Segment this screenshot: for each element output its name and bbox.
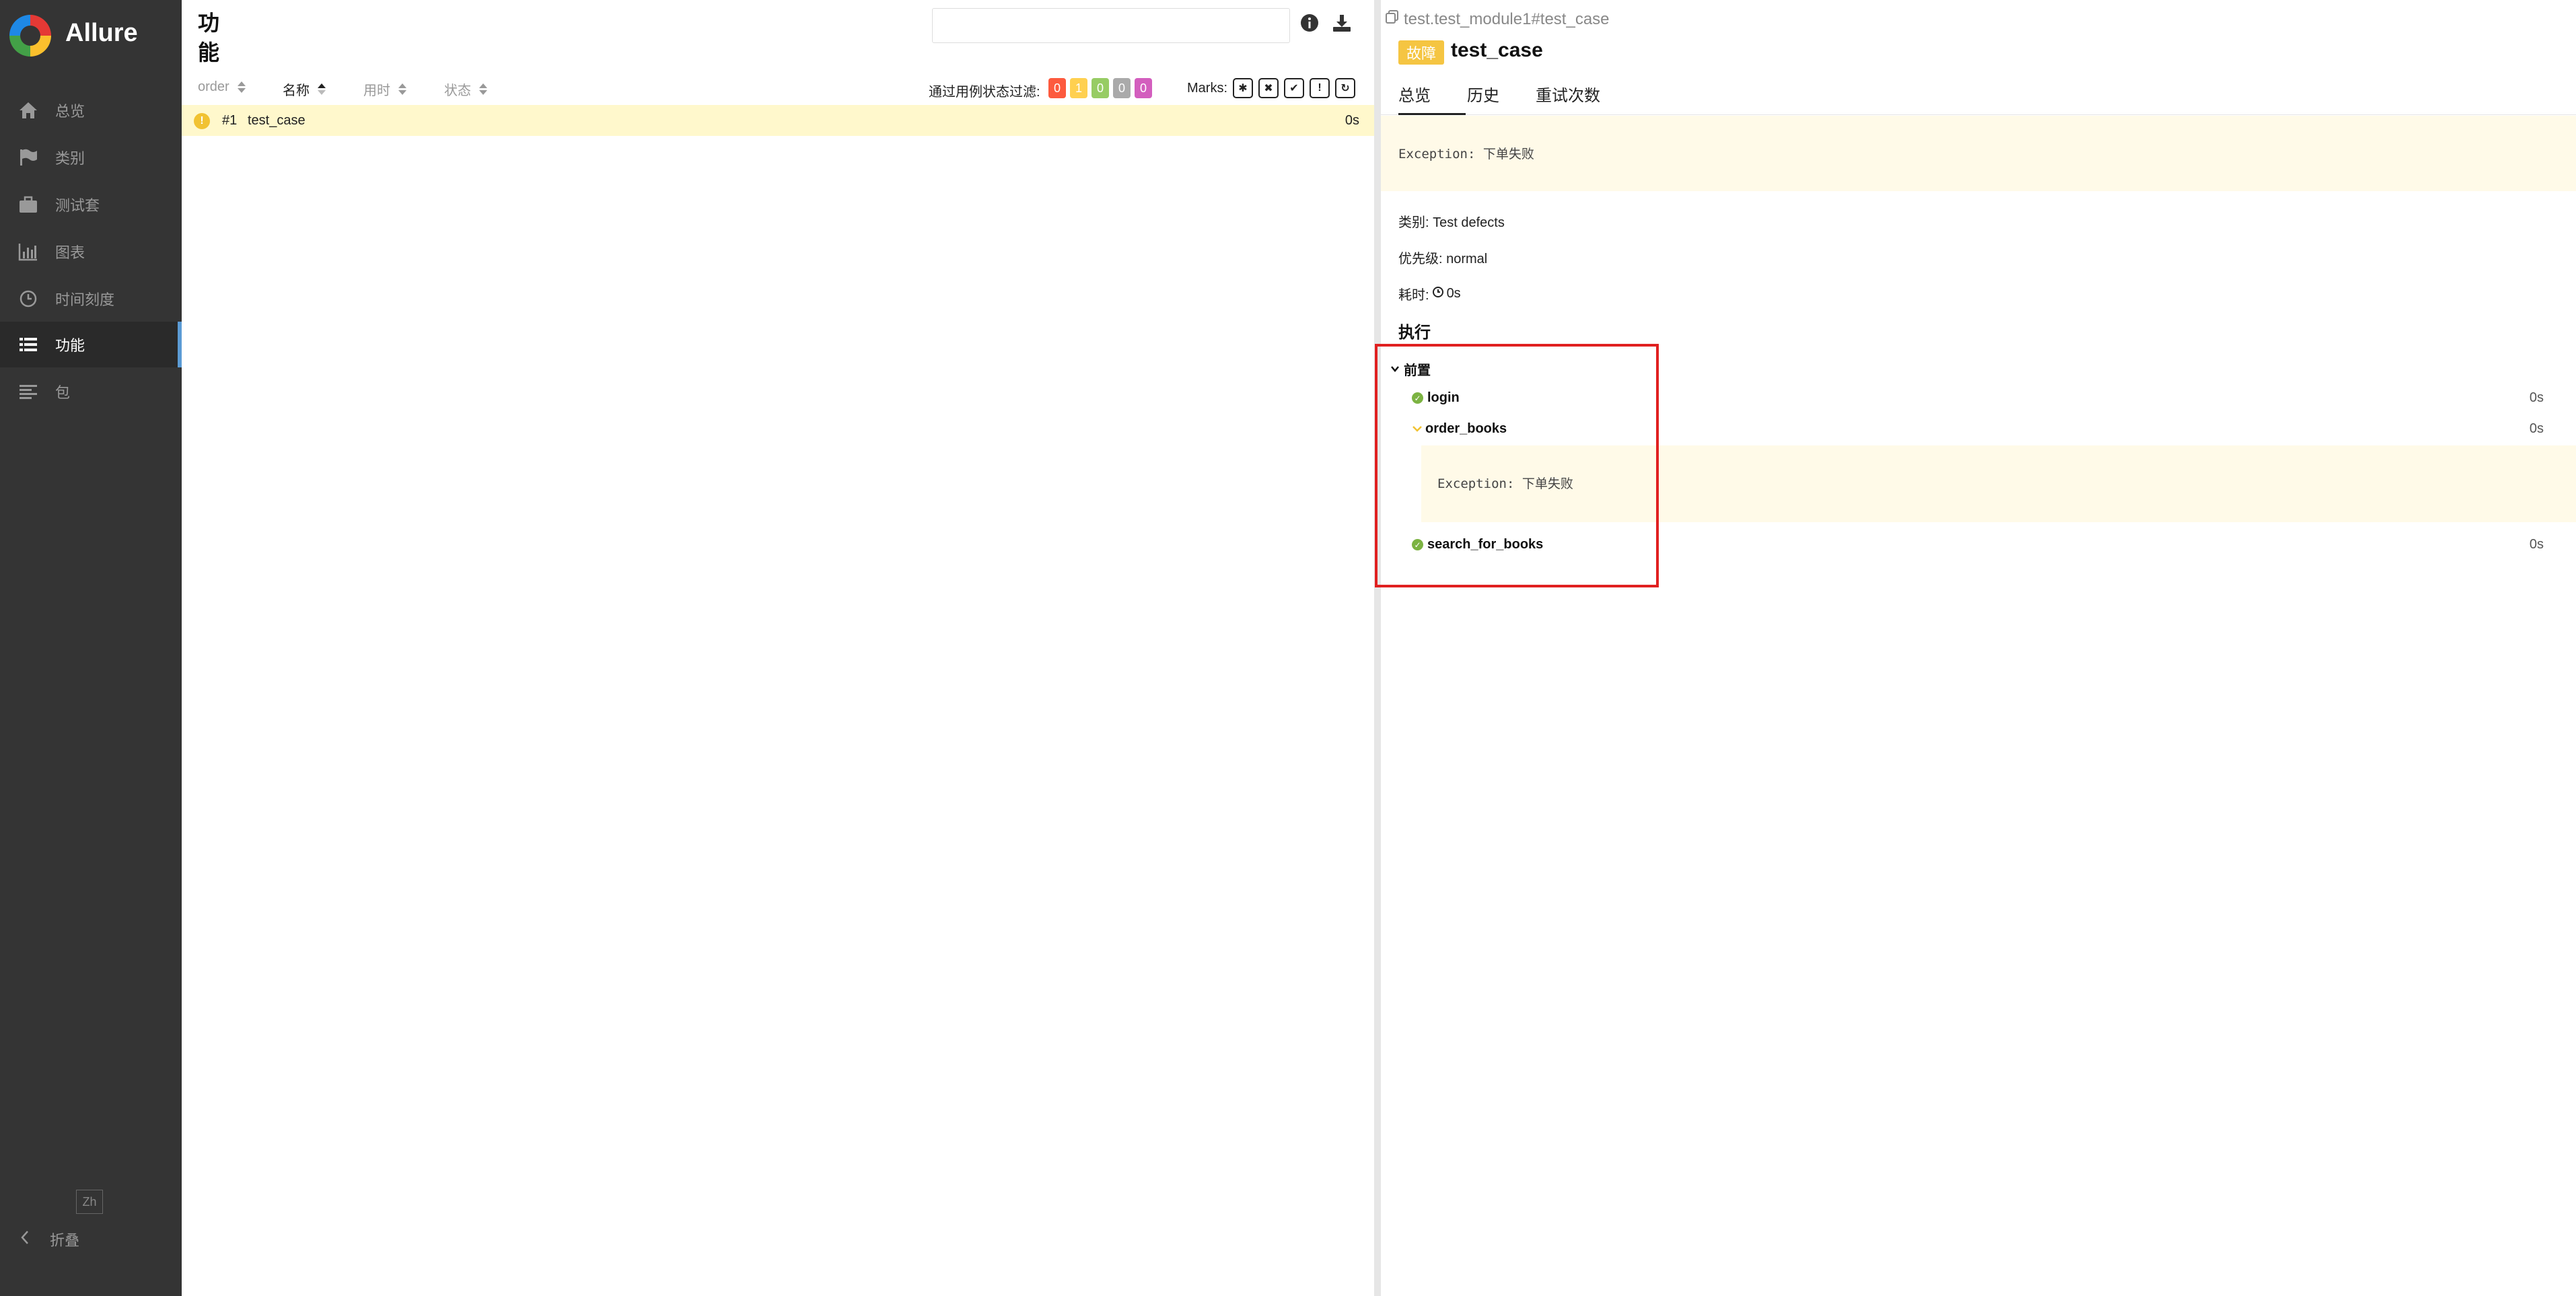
sidebar-item-graphs[interactable]: 图表 (0, 229, 182, 275)
row-order: #1 (222, 113, 238, 128)
sort-icon (398, 83, 406, 95)
allure-logo-icon[interactable] (9, 15, 51, 57)
status-message: Exception: 下单失败 (1381, 116, 2576, 191)
new-broken-mark-icon[interactable]: ! (1310, 78, 1330, 98)
marks-label: Marks: (1187, 81, 1227, 96)
sort-icon (237, 81, 246, 93)
column-label: 用时 (363, 83, 390, 98)
language-switch[interactable]: Zh (76, 1190, 103, 1214)
highlight-box (1375, 344, 1659, 587)
filter-failed-badge[interactable]: 0 (1048, 78, 1066, 98)
broken-status-icon: ! (194, 113, 210, 129)
sidebar-item-label: 类别 (55, 150, 85, 167)
step-duration: 0s (2529, 537, 2544, 552)
column-label: 状态 (444, 83, 471, 98)
status-filter-label: 通过用例状态过滤: (929, 85, 1040, 100)
status-message-text: Exception: 下单失败 (1398, 147, 1534, 161)
tab-overview[interactable]: 总览 (1398, 82, 1466, 115)
sidebar-item-label: 测试套 (55, 197, 100, 214)
duration-label: 耗时: (1398, 288, 1429, 303)
row-duration: 0s (1345, 113, 1359, 128)
breadcrumb-text[interactable]: test.test_module1#test_case (1404, 10, 1610, 29)
filter-passed-badge[interactable]: 0 (1092, 78, 1109, 98)
tab-retries[interactable]: 重试次数 (1536, 82, 1600, 113)
sort-status-button[interactable]: 状态 (444, 79, 487, 99)
sidebar-item-categories[interactable]: 类别 (0, 135, 182, 180)
category-info: 类别: Test defects (1398, 215, 1505, 230)
flaky-mark-icon[interactable]: ✱ (1233, 78, 1253, 98)
duration-info: 耗时: 0s (1398, 284, 1461, 303)
sidebar-item-label: 总览 (55, 103, 85, 120)
app-name[interactable]: Allure (65, 19, 138, 48)
step-duration: 0s (2529, 390, 2544, 405)
tab-history[interactable]: 历史 (1467, 82, 1499, 113)
list-icon (17, 334, 39, 355)
detail-tabs: 总览 历史 重试次数 (1381, 79, 2576, 115)
new-failed-mark-icon[interactable]: ✖ (1258, 78, 1279, 98)
clock-icon (17, 288, 39, 310)
collapse-label: 折叠 (50, 1232, 80, 1249)
sidebar-item-overview[interactable]: 总览 (0, 87, 182, 133)
page-title: 功能 (198, 11, 220, 65)
row-name: test_case (248, 113, 306, 128)
copy-icon[interactable] (1385, 9, 1400, 29)
sort-duration-button[interactable]: 用时 (363, 79, 406, 99)
filter-skipped-badge[interactable]: 0 (1113, 78, 1131, 98)
new-passed-mark-icon[interactable]: ✔ (1284, 78, 1304, 98)
table-row[interactable]: ! #1 test_case 0s (182, 105, 1374, 136)
chevron-left-icon (20, 1230, 30, 1249)
info-icon[interactable] (1299, 12, 1320, 34)
sidebar-item-label: 时间刻度 (55, 291, 115, 308)
sidebar-item-timeline[interactable]: 时间刻度 (0, 276, 182, 322)
execution-heading: 执行 (1398, 324, 1431, 342)
sidebar-item-behaviors[interactable]: 功能 (0, 322, 182, 367)
filter-unknown-badge[interactable]: 0 (1135, 78, 1152, 98)
column-label: 名称 (283, 83, 310, 98)
test-detail-pane: test.test_module1#test_case 故障 test_case… (1381, 0, 2576, 1296)
search-input[interactable] (932, 8, 1290, 43)
align-left-icon (17, 381, 39, 402)
flag-icon (17, 147, 39, 168)
sidebar-item-packages[interactable]: 包 (0, 369, 182, 415)
sort-name-button[interactable]: 名称 (283, 79, 326, 99)
duration-value: 0s (1446, 286, 1461, 301)
retries-mark-icon[interactable]: ↻ (1335, 78, 1355, 98)
sidebar-item-label: 包 (55, 384, 71, 401)
filter-broken-badge[interactable]: 1 (1070, 78, 1087, 98)
sidebar-item-label: 功能 (55, 337, 85, 354)
bar-chart-icon (17, 241, 39, 262)
home-icon (17, 100, 39, 121)
tree-pane: 功能 order 名称 用时 状态 通过用例状态过滤: 0 1 0 0 0 Ma… (182, 0, 1374, 1296)
sort-icon (318, 83, 326, 95)
test-title: test_case (1451, 39, 1543, 61)
sort-order-button[interactable]: order (198, 79, 246, 95)
status-badge: 故障 (1398, 40, 1445, 65)
sidebar-item-suites[interactable]: 测试套 (0, 182, 182, 227)
breadcrumb: test.test_module1#test_case (1385, 9, 1610, 29)
step-duration: 0s (2529, 421, 2544, 436)
sidebar-item-label: 图表 (55, 244, 85, 261)
column-header: order 名称 用时 状态 通过用例状态过滤: 0 1 0 0 0 Marks… (182, 75, 1374, 104)
pane-splitter[interactable] (1374, 0, 1381, 1296)
download-icon[interactable] (1331, 12, 1353, 34)
briefcase-icon (17, 194, 39, 215)
collapse-button[interactable]: 折叠 (0, 1219, 182, 1260)
severity-info: 优先级: normal (1398, 252, 1488, 266)
column-label: order (198, 79, 229, 94)
sidebar: Allure 总览 类别 测试套 图表 时间刻度 功能 包 Zh 折叠 (0, 0, 182, 1296)
sort-icon (479, 83, 487, 95)
clock-icon (1432, 286, 1444, 302)
